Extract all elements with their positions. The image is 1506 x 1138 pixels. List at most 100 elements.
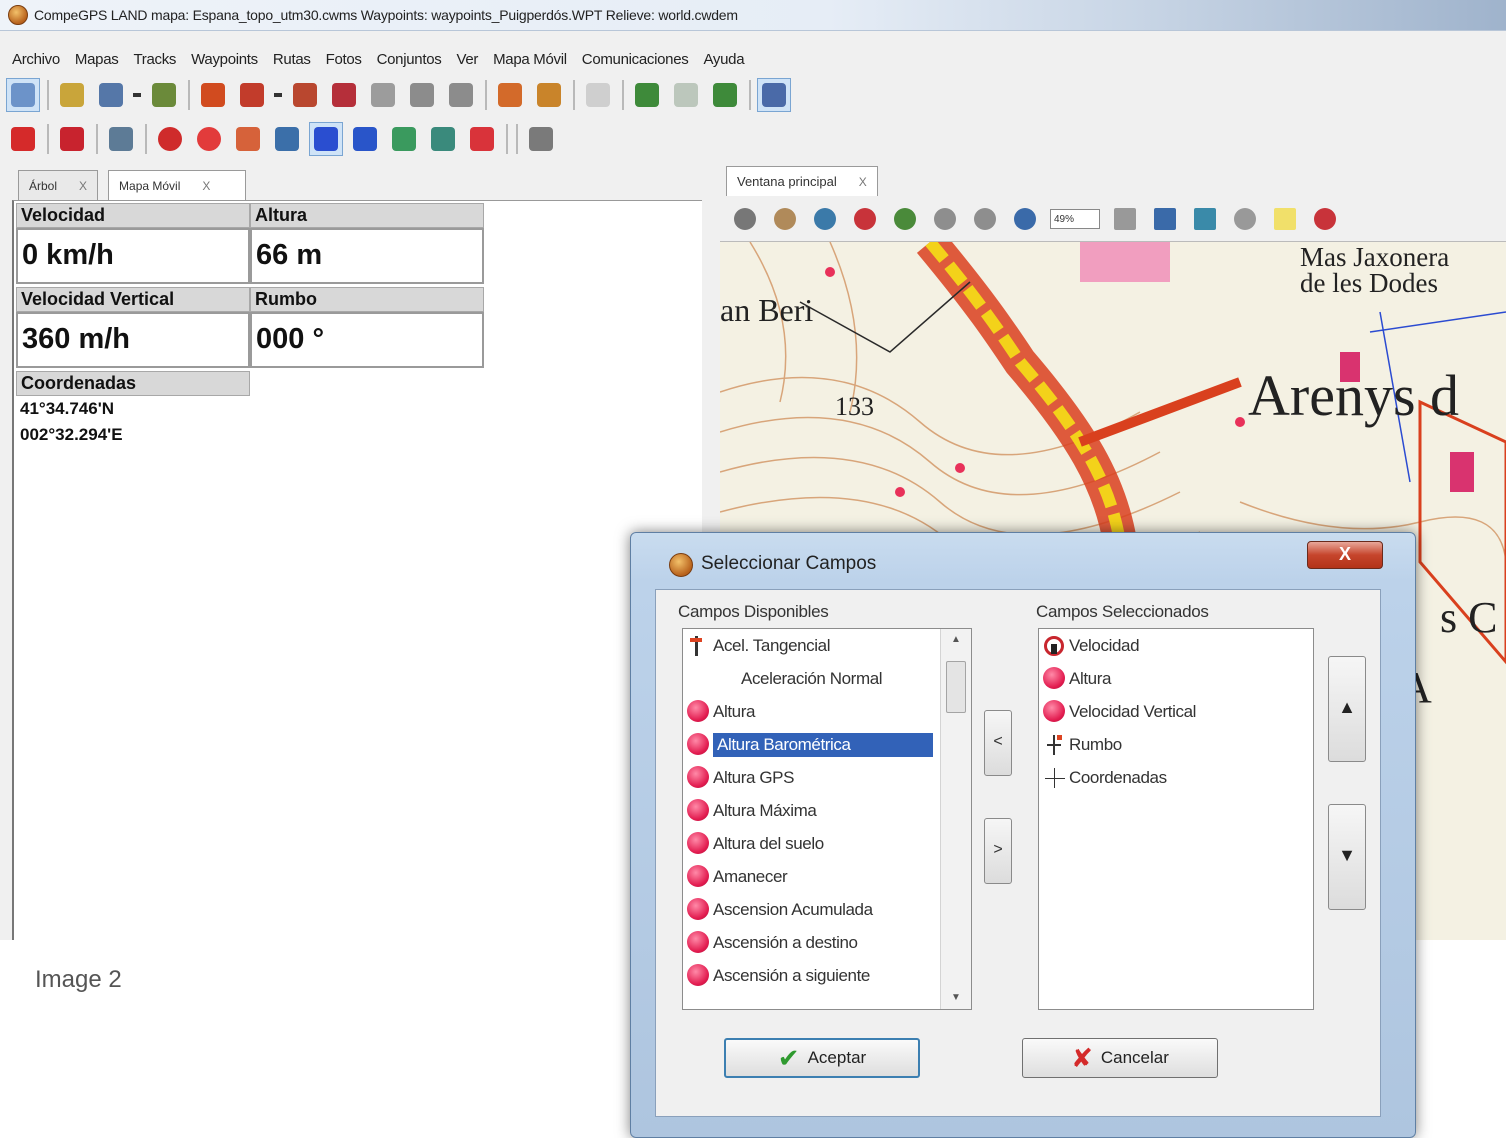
available-scrollbar[interactable]: ▲ ▼ [940,629,971,1009]
menu-mapas[interactable]: Mapas [75,51,119,68]
list-item[interactable]: Amanecer [687,860,971,893]
window-button[interactable] [1190,204,1220,234]
view-3d-button[interactable] [630,78,664,112]
zoom-out-button[interactable] [930,204,960,234]
view-map-button[interactable] [708,78,742,112]
map-globe-button[interactable] [810,204,840,234]
menu-mapa-movil[interactable]: Mapa Móvil [493,51,567,68]
scroll-up-icon[interactable]: ▲ [941,629,971,651]
map-layer-button[interactable] [890,204,920,234]
menu-tracks[interactable]: Tracks [133,51,176,68]
field-speed[interactable]: Velocidad 0 km/h [16,203,250,284]
search-map-button[interactable] [1230,204,1260,234]
field-vertical-speed[interactable]: Velocidad Vertical 360 m/h [16,287,250,368]
scroll-thumb[interactable] [946,661,966,713]
move-down-button[interactable]: ▼ [1328,804,1366,910]
tab-mapa-movil[interactable]: Mapa Móvil X [108,170,247,200]
record-pause-button[interactable] [444,78,478,112]
list-item[interactable]: Altura GPS [687,761,971,794]
map-hand-button[interactable] [770,204,800,234]
list-item[interactable]: Acel. Tangencial [687,629,971,662]
fit-button[interactable] [1110,204,1140,234]
cancel-button[interactable]: ✘ Cancelar [1022,1038,1218,1078]
gps-connect-button[interactable] [6,122,40,156]
split-button[interactable] [1150,204,1180,234]
close-icon[interactable]: X [859,175,867,189]
menu-ayuda[interactable]: Ayuda [703,51,744,68]
navigate-button[interactable] [231,122,265,156]
tilt-button[interactable] [426,122,460,156]
menu-conjuntos[interactable]: Conjuntos [377,51,442,68]
scroll-down-icon[interactable]: ▼ [941,987,971,1009]
satellite-icon [109,127,133,151]
list-item[interactable]: Ascensión a siguiente [687,959,971,992]
list-item[interactable]: Altura [687,695,971,728]
measure-button[interactable] [1310,204,1340,234]
map-marker-button[interactable] [850,204,880,234]
menu-comunicaciones[interactable]: Comunicaciones [582,51,689,68]
list-item[interactable]: Ascension Acumulada [687,893,971,926]
list-item[interactable]: Altura Máxima [687,794,971,827]
selected-fields-list[interactable]: Velocidad Altura Velocidad Vertical Rumb… [1038,628,1314,1010]
target-button[interactable] [153,122,187,156]
map-back-button[interactable] [730,204,760,234]
record-play-button[interactable] [405,78,439,112]
camera-button[interactable] [524,122,558,156]
pan-button[interactable] [348,122,382,156]
close-icon[interactable]: X [202,179,210,193]
menu-waypoints[interactable]: Waypoints [191,51,258,68]
note-button[interactable] [1270,204,1300,234]
track-edit-button[interactable] [235,78,269,112]
menu-ver[interactable]: Ver [456,51,478,68]
tab-ventana-principal[interactable]: Ventana principal X [726,166,878,196]
goto-button[interactable] [192,122,226,156]
waypoint-new-button[interactable] [55,78,89,112]
view-3d-toggle-button[interactable] [757,78,791,112]
move-button[interactable] [309,122,343,156]
list-item[interactable]: Aceleración Normal [687,662,971,695]
marker-button[interactable] [465,122,499,156]
tab-arbol[interactable]: Árbol X [18,170,99,200]
list-item[interactable]: Velocidad [1043,629,1313,662]
dialog-close-button[interactable]: X [1307,541,1383,569]
compass-button[interactable] [270,122,304,156]
dropdown-icon[interactable] [274,93,282,97]
rotate-button[interactable] [387,122,421,156]
list-item[interactable]: Ascensión a destino [687,926,971,959]
menu-archivo[interactable]: Archivo [12,51,60,68]
track-profile-button[interactable] [327,78,361,112]
select-tool-button[interactable] [6,78,40,112]
accept-button[interactable]: ✔ Aceptar [724,1038,920,1078]
gps-settings-button[interactable] [104,122,138,156]
list-item[interactable]: Altura del suelo [687,827,971,860]
gps-record-button[interactable] [55,122,89,156]
route-button[interactable] [493,78,527,112]
track-open-button[interactable] [288,78,322,112]
menu-rutas[interactable]: Rutas [273,51,311,68]
list-item-selected[interactable]: Altura Barométrica [687,728,971,761]
route-edit-button[interactable] [532,78,566,112]
list-item[interactable]: Altura [1043,662,1313,695]
track-new-button[interactable] [196,78,230,112]
list-item[interactable]: Rumbo [1043,728,1313,761]
add-field-button[interactable]: > [984,818,1012,884]
remove-field-button[interactable]: < [984,710,1012,776]
list-item[interactable]: Coordenadas [1043,761,1313,794]
list-item[interactable]: Velocidad Vertical [1043,695,1313,728]
field-height[interactable]: Altura 66 m [250,203,484,284]
zoom-level-field[interactable]: 49% [1050,208,1100,229]
dropdown-icon[interactable] [133,93,141,97]
field-coordinates[interactable]: Coordenadas 41°34.746'N 002°32.294'E [16,371,250,448]
zoom-in-button[interactable] [970,204,1000,234]
menu-fotos[interactable]: Fotos [326,51,362,68]
view-grid-button[interactable] [669,78,703,112]
available-fields-list[interactable]: Acel. Tangencial Aceleración Normal Altu… [682,628,972,1010]
refresh-button[interactable] [1010,204,1040,234]
close-icon[interactable]: X [79,179,87,193]
waypoint-edit-button[interactable] [94,78,128,112]
move-up-button[interactable]: ▲ [1328,656,1366,762]
undo-button[interactable] [581,78,615,112]
field-heading[interactable]: Rumbo 000 ° [250,287,484,368]
waypoint-open-button[interactable] [147,78,181,112]
record-stop-button[interactable] [366,78,400,112]
